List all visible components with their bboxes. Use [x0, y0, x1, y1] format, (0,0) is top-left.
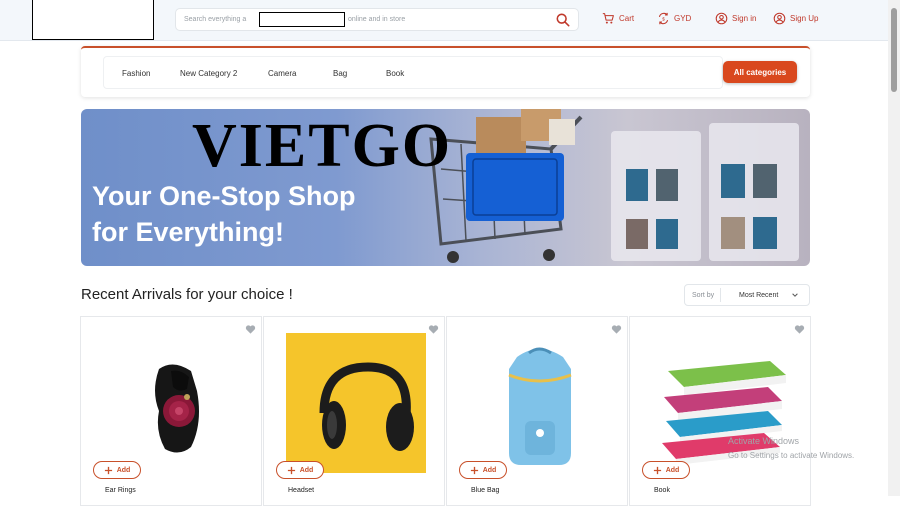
page-scrollbar[interactable] — [888, 0, 900, 496]
category-list: Fashion New Category 2 Camera Bag Book — [103, 56, 723, 89]
search-placeholder-end: online and in store — [348, 16, 406, 23]
add-label: Add — [299, 466, 314, 474]
currency-selector[interactable]: $ GYD — [657, 12, 691, 25]
section-title: Recent Arrivals for your choice ! — [81, 286, 293, 303]
blue-bag-image[interactable] — [467, 331, 609, 475]
all-categories-button[interactable]: All categories — [723, 61, 797, 83]
redacted-box — [259, 12, 345, 27]
sign-up-link[interactable]: Sign Up — [773, 12, 818, 25]
cart-button[interactable]: Cart — [602, 12, 634, 25]
banner-tagline-line2: for Everything! — [92, 217, 285, 247]
product-grid: Add Ear Rings Add Headset Add Blue Bag A… — [80, 316, 811, 506]
cart-label: Cart — [619, 14, 635, 23]
cart-icon — [602, 13, 614, 24]
product-card[interactable]: Add Ear Rings — [80, 316, 262, 506]
category-fashion[interactable]: Fashion — [122, 69, 150, 78]
user-icon — [715, 12, 728, 25]
add-to-cart-button[interactable]: Add — [276, 461, 324, 479]
sort-dropdown[interactable]: Sort by Most Recent — [684, 284, 810, 306]
search-placeholder-start: Search everything a — [184, 16, 247, 23]
search-icon[interactable] — [556, 13, 570, 27]
activation-watermark-subtitle: Go to Settings to activate Windows. — [728, 451, 855, 460]
sort-divider — [720, 288, 721, 302]
logo-placeholder[interactable] — [32, 0, 154, 40]
hero-banner[interactable]: VIETGO Your One-Stop Shop for Everything… — [81, 109, 810, 266]
plus-icon — [653, 466, 661, 474]
search-bar[interactable]: Search everything a online and in store — [175, 8, 579, 31]
sign-up-label: Sign Up — [790, 14, 819, 23]
category-camera[interactable]: Camera — [268, 69, 296, 78]
scrollbar-thumb[interactable] — [891, 8, 897, 92]
svg-text:$: $ — [662, 17, 665, 23]
activation-watermark-title: Activate Windows — [728, 436, 800, 446]
add-to-cart-button[interactable]: Add — [93, 461, 141, 479]
add-to-cart-button[interactable]: Add — [642, 461, 690, 479]
product-name[interactable]: Book — [654, 487, 670, 494]
category-book[interactable]: Book — [386, 69, 404, 78]
brand-logo-text: VIETGO — [192, 112, 453, 180]
sign-in-label: Sign in — [732, 14, 757, 23]
sign-in-link[interactable]: Sign in — [715, 12, 756, 25]
banner-tagline-line1: Your One-Stop Shop — [92, 181, 356, 211]
heart-icon[interactable] — [245, 324, 256, 335]
category-bar: Fashion New Category 2 Camera Bag Book A… — [81, 46, 810, 97]
plus-icon — [104, 466, 112, 474]
earrings-image[interactable] — [101, 331, 243, 475]
sort-value: Most Recent — [739, 292, 779, 299]
heart-icon[interactable] — [611, 324, 622, 335]
product-name[interactable]: Headset — [288, 487, 314, 494]
headset-image[interactable] — [284, 331, 426, 475]
currency-exchange-icon: $ — [658, 12, 669, 25]
currency-label: GYD — [674, 14, 692, 23]
product-card[interactable]: Add Blue Bag — [446, 316, 628, 506]
product-name[interactable]: Ear Rings — [105, 487, 136, 494]
chevron-down-icon — [792, 293, 798, 297]
banner-tagline: Your One-Stop Shop for Everything! — [92, 178, 412, 250]
product-name[interactable]: Blue Bag — [471, 487, 499, 494]
add-label: Add — [116, 466, 131, 474]
product-card[interactable]: Add Headset — [263, 316, 445, 506]
sort-label: Sort by — [692, 292, 715, 299]
category-bag[interactable]: Bag — [333, 69, 347, 78]
category-new-category-2[interactable]: New Category 2 — [180, 69, 237, 78]
add-to-cart-button[interactable]: Add — [459, 461, 507, 479]
top-header: Search everything a online and in store … — [0, 0, 888, 41]
plus-icon — [287, 466, 295, 474]
heart-icon[interactable] — [794, 324, 805, 335]
add-label: Add — [482, 466, 497, 474]
add-label: Add — [665, 466, 680, 474]
plus-icon — [470, 466, 478, 474]
user-icon — [773, 12, 786, 25]
heart-icon[interactable] — [428, 324, 439, 335]
product-card[interactable]: Add Book — [629, 316, 811, 506]
